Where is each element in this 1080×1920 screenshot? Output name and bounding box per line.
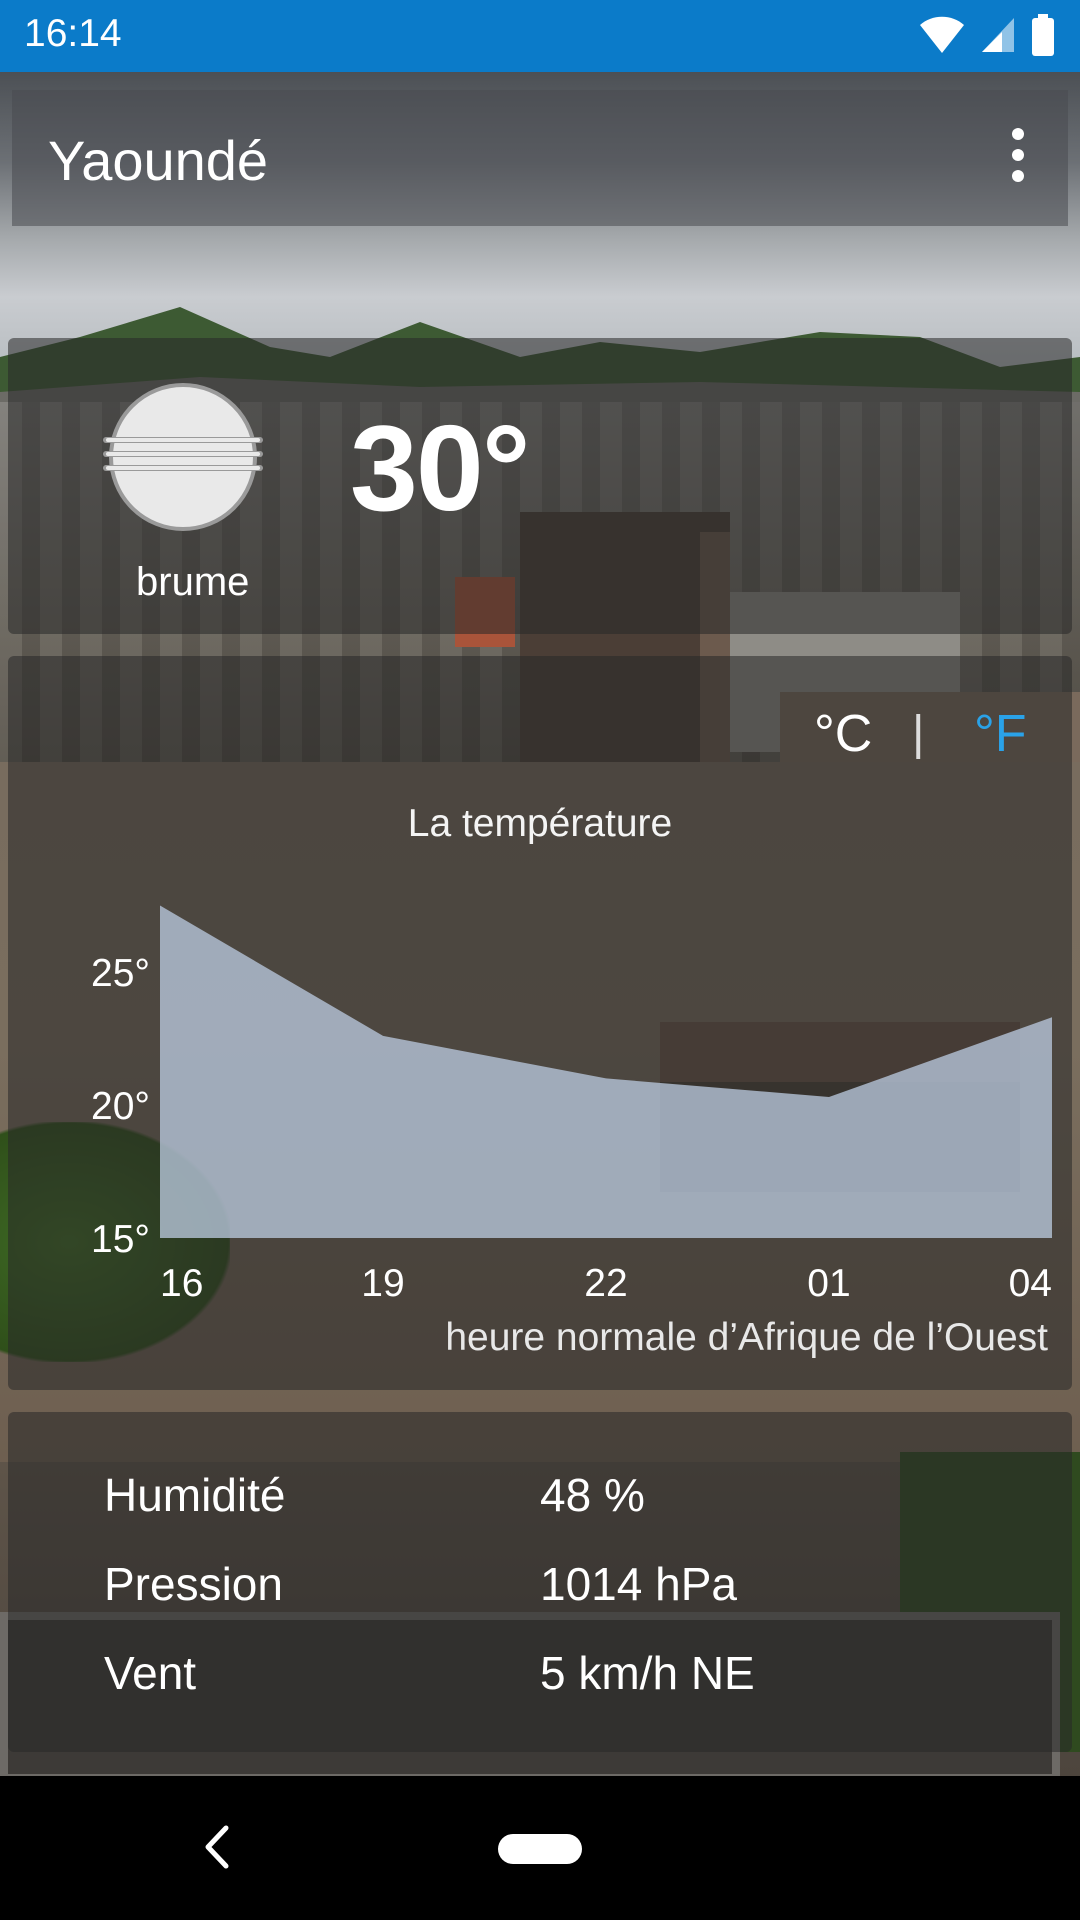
detail-label: Vent (104, 1647, 197, 1699)
temperature-chart: 25° 20° 15°16 19 22 01 04 (91, 905, 1052, 1305)
battery-icon (1032, 14, 1054, 56)
detail-value: 1014 hPa (540, 1558, 737, 1610)
timezone-label: heure normale d’Afrique de l’Ouest (445, 1316, 1048, 1359)
detail-value: 48 % (540, 1469, 645, 1521)
current-temperature: 30° (350, 400, 530, 536)
home-button[interactable] (498, 1834, 582, 1864)
status-bar: 16:14 (0, 0, 1080, 72)
back-icon[interactable] (196, 1820, 240, 1874)
city-title: Yaoundé (48, 129, 269, 192)
x-tick-label: 16 (160, 1262, 203, 1305)
status-time: 16:14 (24, 12, 122, 55)
x-tick-label: 01 (807, 1262, 850, 1305)
x-tick-label: 22 (584, 1262, 627, 1305)
y-tick-label: 25° (91, 952, 150, 995)
detail-label: Pression (104, 1558, 283, 1610)
temperature-area-series (160, 905, 1052, 1238)
y-tick-label: 15° (91, 1218, 150, 1261)
detail-value: 5 km/h NE (540, 1647, 755, 1699)
x-tick-label: 19 (361, 1262, 404, 1305)
app-toolbar: Yaoundé (12, 90, 1068, 226)
fog-icon (103, 383, 263, 531)
overflow-menu-icon[interactable] (1006, 128, 1030, 188)
details-card: Humidité 48 % Pression 1014 hPa Vent 5 k… (8, 1412, 1072, 1752)
wifi-icon (920, 16, 964, 53)
detail-label: Humidité (104, 1469, 286, 1521)
status-icons (918, 14, 1056, 56)
x-tick-label: 04 (1009, 1262, 1052, 1305)
current-conditions-card: brume 30° (8, 338, 1072, 634)
y-tick-label: 20° (91, 1085, 150, 1128)
temperature-chart-card: °C | °F La température 25° 20° 15° 16 19 22 01… (8, 656, 1072, 1390)
condition-label: brume (136, 560, 250, 604)
cell-signal-icon (982, 18, 1014, 52)
